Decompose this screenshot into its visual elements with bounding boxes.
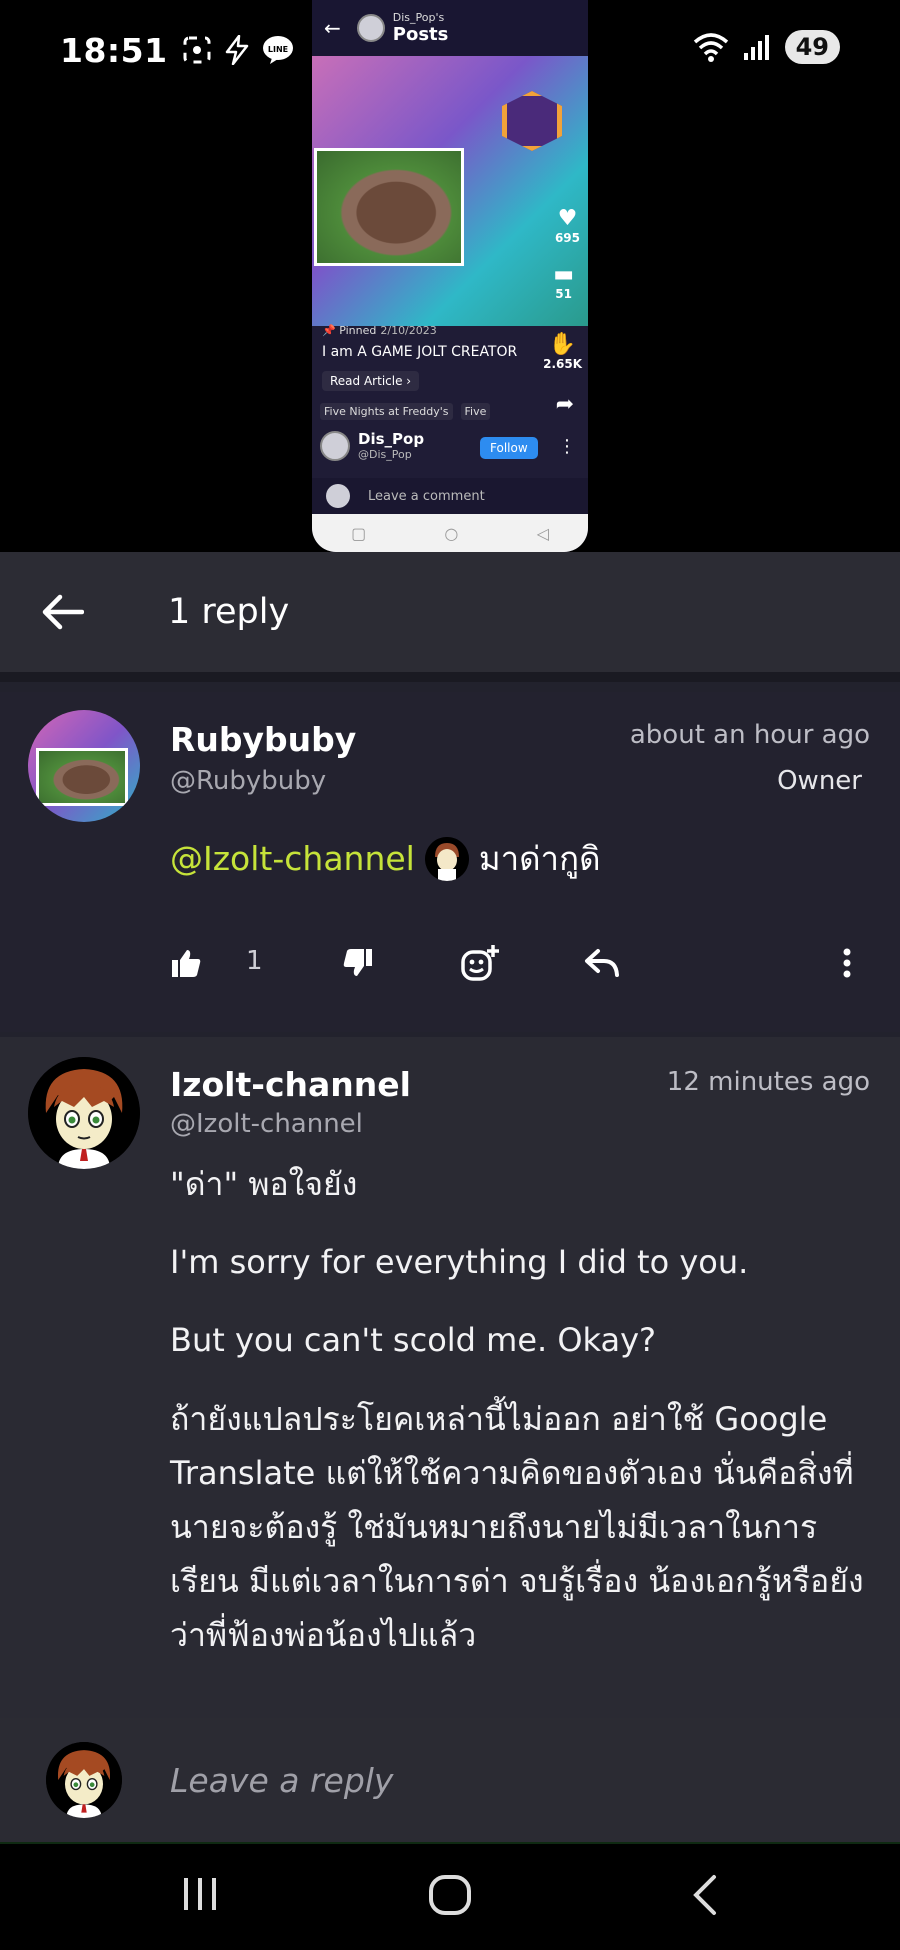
video-page-title: Posts — [392, 24, 449, 45]
cow-photo — [314, 148, 464, 266]
dislike-button[interactable] — [342, 938, 374, 988]
back-button[interactable] — [42, 587, 92, 637]
comment-paragraph: "ด่า" พอใจยัง — [170, 1165, 358, 1203]
replies-panel: 1 reply Rubybuby @Rubybuby about an hour… — [0, 552, 900, 1842]
speech-bubble-icon: ▬ — [553, 262, 574, 287]
video-channel-avatar — [356, 14, 385, 42]
video-author: Dis_Pop @Dis_Pop — [320, 430, 424, 461]
svg-text:LINE: LINE — [267, 45, 287, 54]
signal-icon — [743, 35, 769, 60]
comment-paragraph: ถ้ายังแปลประโยคเหล่านี้ไม่ออก อย่าใช้ Go… — [170, 1400, 864, 1654]
comment-paragraph: I'm sorry for everything I did to you. — [170, 1243, 749, 1281]
recent-apps-button[interactable] — [180, 1874, 220, 1918]
reply-arrow-icon — [585, 949, 619, 977]
heart-icon: ♥ — [557, 206, 578, 231]
video-dislike-stat: ✋ 2.65K — [543, 332, 582, 371]
home-icon: ○ — [444, 523, 459, 543]
comment-paragraph: But you can't scold me. Okay? — [170, 1321, 657, 1359]
reply-input-bar[interactable]: Leave a reply — [0, 1718, 900, 1842]
comment-actions: 1 — [170, 938, 870, 988]
video-like-stat: ♥ 695 — [554, 206, 580, 245]
comment-text: @Izolt-channel มาด่ากูดิ — [170, 832, 601, 885]
comment-handle: @Izolt-channel — [170, 1109, 363, 1139]
more-vertical-icon — [843, 948, 851, 978]
home-button[interactable] — [428, 1874, 472, 1920]
comment-time: 12 minutes ago — [666, 1067, 870, 1097]
like-count: 1 — [246, 946, 263, 976]
page-title: 1 reply — [168, 592, 290, 632]
comment-body: มาด่ากูดิ — [478, 839, 601, 878]
wifi-icon — [693, 33, 728, 62]
thumbs-down-icon — [343, 949, 372, 976]
replies-header: 1 reply — [0, 552, 900, 682]
video-follow-button: Follow — [480, 437, 538, 459]
user-mention[interactable]: @Izolt-channel — [170, 839, 415, 878]
video-tags: Five Nights at Freddy's Five — [320, 403, 491, 420]
avatar[interactable] — [28, 1057, 140, 1169]
screenshot-icon — [183, 36, 211, 64]
embedded-video[interactable]: ← Dis_Pop's Posts ♥ 695 ▬ 51 ✋ 2.65K 📌 Pinn… — [312, 0, 588, 552]
video-more-icon: ⋮ — [558, 436, 576, 457]
mention-avatar — [424, 836, 469, 881]
comment-author[interactable]: Rubybuby — [170, 720, 356, 759]
video-artwork: ♥ 695 ▬ 51 — [312, 56, 588, 326]
battery-indicator: 49 — [784, 30, 840, 64]
share-icon: ➦ — [555, 392, 574, 417]
thumbs-down-icon: ✋ — [548, 332, 577, 357]
avatar[interactable] — [28, 710, 140, 822]
parent-comment: Rubybuby @Rubybuby about an hour ago Own… — [0, 692, 900, 1032]
back-nav-button[interactable] — [690, 1874, 720, 1920]
reply-comment: Izolt-channel @Izolt-channel 12 minutes … — [0, 1037, 900, 1719]
status-time: 18:51 — [60, 30, 168, 70]
arrow-left-icon — [42, 594, 84, 630]
chevron-left-icon — [693, 1875, 716, 1915]
video-read-article: Read Article › — [322, 371, 420, 391]
current-user-avatar — [46, 1742, 122, 1818]
video-header: ← Dis_Pop's Posts — [312, 0, 588, 56]
video-tag: Five — [460, 403, 491, 420]
reply-button[interactable] — [584, 938, 620, 988]
add-reaction-button[interactable] — [460, 938, 500, 988]
video-comment-stat: ▬ 51 — [553, 262, 574, 301]
back-triangle-icon: ◁ — [536, 523, 549, 543]
line-icon: LINE — [262, 36, 293, 64]
comment-time: about an hour ago — [629, 720, 870, 750]
add-emoji-icon — [461, 945, 499, 981]
home-icon — [429, 1875, 471, 1915]
owner-badge: Owner — [777, 766, 862, 796]
video-tag: Five Nights at Freddy's — [320, 403, 453, 420]
video-pinned: 📌 Pinned 2/10/2023 — [322, 324, 437, 337]
video-post-title: I am A GAME JOLT CREATOR — [322, 344, 518, 360]
reply-input[interactable]: Leave a reply — [170, 1761, 393, 1800]
comment-author[interactable]: Izolt-channel — [170, 1065, 411, 1104]
video-comment-bar: Leave a comment — [312, 478, 588, 514]
video-channel-name: Dis_Pop's — [392, 11, 445, 24]
recent-apps-icon: ▢ — [351, 523, 367, 543]
recent-apps-icon — [184, 1878, 216, 1910]
bolt-icon — [225, 35, 248, 65]
video-comment-avatar — [326, 484, 350, 508]
system-nav-bar — [0, 1842, 900, 1950]
thumbs-up-icon — [172, 950, 201, 977]
like-button[interactable] — [170, 938, 202, 988]
video-author-avatar — [320, 430, 350, 461]
more-options-button[interactable] — [842, 938, 852, 988]
video-back-icon: ← — [324, 16, 341, 40]
gem-logo — [502, 91, 562, 151]
comment-handle: @Rubybuby — [170, 766, 327, 796]
video-nav-bar: ▢ ○ ◁ — [312, 514, 588, 552]
